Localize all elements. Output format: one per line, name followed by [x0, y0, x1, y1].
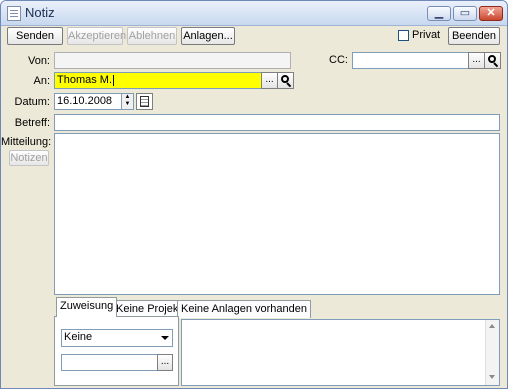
decline-button[interactable]: Ablehnen	[127, 27, 177, 45]
send-button[interactable]: Senden	[7, 27, 63, 45]
text-caret	[113, 74, 115, 86]
private-checkbox[interactable]	[398, 30, 409, 41]
window-title: Notiz	[25, 5, 55, 20]
from-label: Von:	[27, 55, 50, 67]
to-label: An:	[33, 75, 50, 87]
chevron-down-icon	[161, 336, 169, 340]
message-label: Mitteilung:	[1, 136, 52, 148]
subject-field[interactable]	[54, 114, 500, 131]
date-field[interactable]: 16.10.2008	[54, 93, 122, 110]
to-search-button[interactable]	[277, 72, 294, 89]
private-label: Privat	[412, 29, 441, 41]
assignment-browse-button[interactable]: ...	[157, 354, 173, 371]
subject-label: Betreff:	[14, 117, 50, 129]
scroll-down-icon[interactable]	[489, 375, 495, 379]
tab-assignment[interactable]: Zuweisung	[56, 297, 118, 317]
minimize-button[interactable]: ▁	[427, 6, 451, 21]
assignment-panel: Keine ...	[54, 316, 179, 386]
calendar-icon[interactable]	[136, 93, 153, 110]
vertical-scrollbar[interactable]	[485, 320, 499, 385]
close-window-button[interactable]: ✕	[479, 6, 503, 21]
cc-browse-button[interactable]: ...	[468, 52, 485, 69]
maximize-button[interactable]: ▭	[453, 6, 477, 21]
title-bar[interactable]: Notiz ▁ ▭ ✕	[1, 1, 507, 26]
assignment-select[interactable]: Keine	[61, 329, 173, 347]
cc-field[interactable]	[352, 52, 469, 69]
cc-label: CC:	[329, 54, 348, 66]
to-field[interactable]: Thomas M.	[54, 72, 262, 89]
spin-down-icon[interactable]: ▼	[122, 101, 133, 108]
spin-up-icon[interactable]: ▲	[122, 94, 133, 101]
assignment-text-field[interactable]	[61, 354, 158, 371]
accept-button[interactable]: Akzeptieren	[67, 27, 126, 45]
note-window: Notiz ▁ ▭ ✕ Senden Akzeptieren Ablehnen …	[0, 0, 508, 389]
attachments-button[interactable]: Anlagen...	[181, 27, 235, 45]
assignment-details-area[interactable]	[181, 319, 500, 386]
cc-search-button[interactable]	[484, 52, 501, 69]
notes-button[interactable]: Notizen	[9, 150, 49, 166]
note-icon	[7, 6, 21, 21]
scroll-up-icon[interactable]	[489, 324, 495, 328]
message-textarea[interactable]	[54, 133, 500, 295]
from-field	[54, 52, 291, 69]
date-label: Datum:	[14, 96, 50, 108]
to-browse-button[interactable]: ...	[261, 72, 278, 89]
to-value: Thomas M.	[57, 74, 113, 86]
tab-attachments[interactable]: Keine Anlagen vorhanden	[177, 300, 311, 318]
assignment-select-value: Keine	[64, 331, 93, 343]
close-button[interactable]: Beenden	[448, 27, 500, 45]
date-spinner[interactable]: ▲ ▼	[121, 93, 134, 110]
